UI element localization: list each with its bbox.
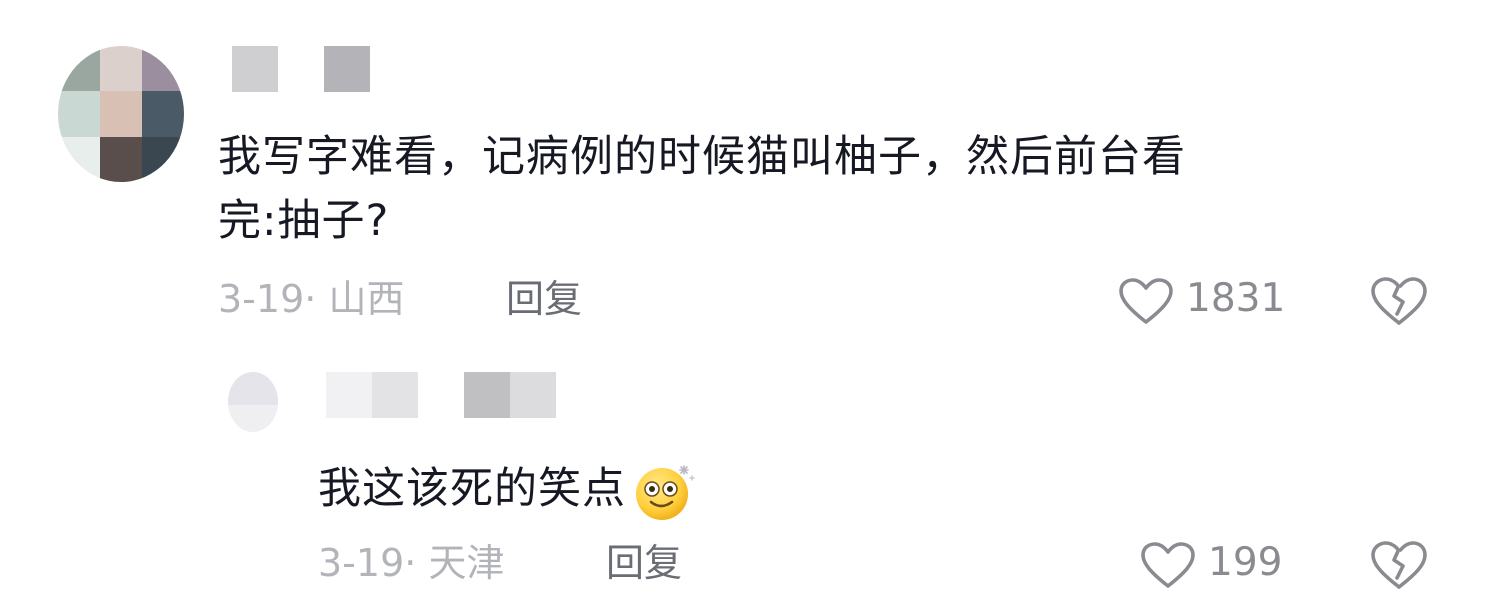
reply-meta: 3-19· 天津	[318, 540, 504, 586]
like-count: 1831	[1186, 276, 1286, 321]
commenter-username[interactable]	[232, 46, 370, 92]
comment-text: 我写字难看，记病例的时候猫叫柚子，然后前台看 完:抽子?	[218, 132, 1448, 246]
reply-commenter-avatar[interactable]	[228, 372, 278, 432]
reply-text-row: 我这该死的笑点	[318, 458, 695, 520]
broken-heart-icon[interactable]	[1370, 540, 1428, 590]
commenter-avatar[interactable]	[58, 46, 184, 182]
reply-text: 我这该死的笑点	[318, 464, 626, 514]
comment-text-line-2: 完:抽子?	[218, 196, 390, 246]
meta-separator: ·	[404, 541, 417, 585]
reply-date: 3-19	[318, 541, 405, 585]
reply-button[interactable]: 回复	[506, 276, 582, 322]
broken-heart-icon[interactable]	[1370, 276, 1428, 326]
meta-separator: ·	[304, 277, 317, 321]
comment-location: 山西	[328, 277, 405, 321]
comment-date: 3-19	[218, 277, 305, 321]
dizzy-smile-emoji-icon	[632, 458, 695, 520]
heart-outline-icon[interactable]	[1140, 541, 1196, 589]
comment-text-line-1: 我写字难看，记病例的时候猫叫柚子，然后前台看	[218, 132, 1186, 182]
reply-location: 天津	[428, 541, 505, 585]
heart-outline-icon[interactable]	[1118, 277, 1174, 325]
comment-meta: 3-19· 山西	[218, 276, 404, 322]
reply-button[interactable]: 回复	[606, 540, 682, 586]
like-count: 199	[1208, 540, 1283, 585]
reply-commenter-username[interactable]	[326, 372, 556, 418]
